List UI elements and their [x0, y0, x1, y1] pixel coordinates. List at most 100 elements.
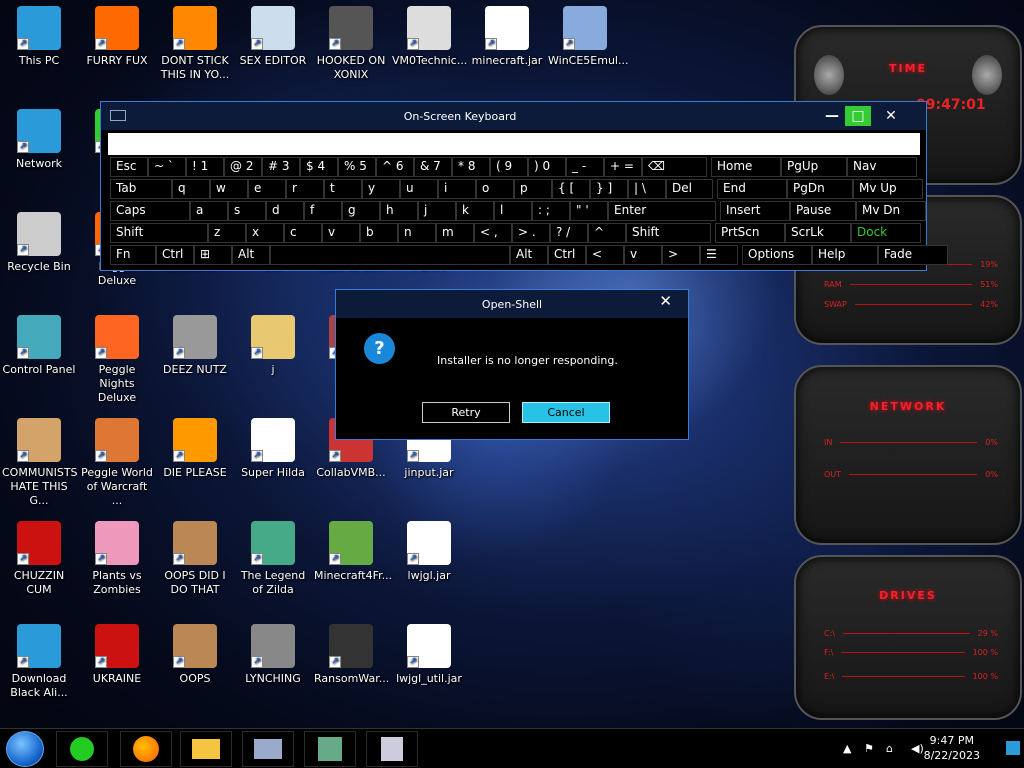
osk-key[interactable]: ~ ` — [148, 157, 186, 177]
desktop-icon[interactable]: ↗ OOPS — [156, 618, 234, 686]
osk-key[interactable]: o — [476, 179, 514, 199]
desktop-icon[interactable]: ↗ lwjgl.jar — [390, 515, 468, 583]
desktop-icon[interactable]: ↗ The Legend of Zilda — [234, 515, 312, 597]
notification-icon[interactable] — [1006, 741, 1020, 755]
osk-key[interactable]: & 7 — [414, 157, 452, 177]
osk-key[interactable]: Ctrl — [156, 245, 194, 265]
osk-key[interactable]: < — [586, 245, 624, 265]
osk-key[interactable]: > — [662, 245, 700, 265]
osk-key[interactable]: a — [190, 201, 228, 221]
osk-key[interactable]: * 8 — [452, 157, 490, 177]
osk-key[interactable]: ! 1 — [186, 157, 224, 177]
osk-taskbar-icon[interactable] — [242, 731, 294, 767]
osk-key[interactable]: Dock — [851, 223, 921, 243]
osk-key[interactable]: b — [360, 223, 398, 243]
osk-key[interactable]: Mv Dn — [856, 201, 926, 221]
osk-key[interactable]: ⊞ — [194, 245, 232, 265]
osk-key[interactable]: ScrLk — [785, 223, 851, 243]
osk-key[interactable]: # 3 — [262, 157, 300, 177]
osk-key[interactable]: " ' — [570, 201, 608, 221]
osk-key[interactable]: ⌫ — [642, 157, 707, 177]
desktop-icon[interactable]: ↗ This PC — [0, 0, 78, 68]
desktop-icon[interactable]: ↗ lwjgl_util.jar — [390, 618, 468, 686]
osk-key[interactable]: ( 9 — [490, 157, 528, 177]
desktop-icon[interactable]: ↗ Download Black Ali... — [0, 618, 78, 700]
osk-key[interactable]: Shift — [626, 223, 711, 243]
desktop-icon[interactable]: ↗ RansomWar... — [312, 618, 390, 686]
desktop-icon[interactable]: ↗ Minecraft4Fr... — [312, 515, 392, 583]
taskbar-app-icon[interactable] — [56, 731, 108, 767]
osk-key[interactable]: d — [266, 201, 304, 221]
desktop-icon[interactable]: ↗ DIE PLEASE — [156, 412, 234, 480]
desktop-icon[interactable]: ↗ FURRY FUX — [78, 0, 156, 68]
pen-app-taskbar-icon[interactable] — [366, 731, 418, 767]
osk-text-input[interactable] — [108, 133, 920, 155]
desktop-icon[interactable]: ↗ Peggle World of Warcraft ... — [78, 412, 156, 508]
flag-icon[interactable]: ⚑ — [864, 742, 874, 755]
volume-icon[interactable]: ◀) — [911, 742, 924, 755]
osk-key[interactable]: Alt — [510, 245, 548, 265]
file-explorer-icon[interactable] — [180, 731, 232, 767]
osk-key[interactable]: ☰ — [700, 245, 738, 265]
osk-key[interactable]: z — [208, 223, 246, 243]
osk-key[interactable]: Alt — [232, 245, 270, 265]
osk-key[interactable]: Fade — [878, 245, 948, 265]
desktop-icon[interactable]: ↗ OOPS DID I DO THAT — [156, 515, 234, 597]
desktop-icon[interactable]: ↗ WinCE5Emul... — [546, 0, 628, 68]
osk-key[interactable]: r — [286, 179, 324, 199]
desktop-icon[interactable]: ↗ DONT STICK THIS IN YO... — [156, 0, 234, 82]
start-button[interactable] — [6, 731, 44, 767]
osk-key[interactable]: n — [398, 223, 436, 243]
osk-key[interactable]: Nav — [847, 157, 917, 177]
osk-key[interactable]: > . — [512, 223, 550, 243]
desktop-icon[interactable]: ↗ Recycle Bin — [0, 206, 78, 274]
osk-key[interactable]: Caps — [110, 201, 190, 221]
retry-button[interactable]: Retry — [422, 402, 510, 423]
osk-key[interactable]: m — [436, 223, 474, 243]
maximize-button[interactable]: □ — [845, 106, 871, 126]
osk-key[interactable]: Esc — [110, 157, 148, 177]
osk-key[interactable]: u — [400, 179, 438, 199]
osk-key[interactable]: w — [210, 179, 248, 199]
installer-taskbar-icon[interactable] — [304, 731, 356, 767]
osk-key[interactable]: i — [438, 179, 476, 199]
firefox-taskbar-icon[interactable] — [120, 731, 172, 767]
osk-key[interactable]: g — [342, 201, 380, 221]
osk-key[interactable]: < , — [474, 223, 512, 243]
dialog-titlebar[interactable]: Open-Shell ✕ — [336, 290, 688, 318]
desktop-icon[interactable]: ↗ Peggle Nights Deluxe — [78, 309, 156, 405]
desktop-icon[interactable]: ↗ VM0Technic... — [390, 0, 468, 68]
desktop-icon[interactable]: ↗ HOOKED ON XONIX — [312, 0, 390, 82]
osk-key[interactable]: l — [494, 201, 532, 221]
osk-key[interactable]: k — [456, 201, 494, 221]
osk-key[interactable]: { [ — [552, 179, 590, 199]
osk-key[interactable]: Options — [742, 245, 812, 265]
osk-key[interactable]: c — [284, 223, 322, 243]
osk-key[interactable]: PgDn — [787, 179, 853, 199]
osk-key[interactable]: Enter — [608, 201, 716, 221]
osk-key[interactable]: Home — [711, 157, 781, 177]
osk-key[interactable]: Pause — [790, 201, 856, 221]
osk-titlebar[interactable]: On-Screen Keyboard — □ ✕ — [101, 102, 926, 130]
osk-key[interactable]: PgUp — [781, 157, 847, 177]
osk-key[interactable]: + = — [604, 157, 642, 177]
desktop-icon[interactable]: ↗ Control Panel — [0, 309, 78, 377]
osk-key[interactable]: v — [624, 245, 662, 265]
desktop-icon[interactable]: ↗ CHUZZIN CUM — [0, 515, 78, 597]
osk-key[interactable]: } ] — [590, 179, 628, 199]
osk-key[interactable]: f — [304, 201, 342, 221]
osk-key[interactable]: PrtScn — [715, 223, 785, 243]
osk-key[interactable]: ^ — [588, 223, 626, 243]
osk-key[interactable] — [270, 245, 510, 265]
desktop-icon[interactable]: ↗ SEX EDITOR — [234, 0, 312, 68]
desktop-icon[interactable]: ↗ DEEZ NUTZ — [156, 309, 234, 377]
osk-key[interactable]: Del — [666, 179, 713, 199]
osk-key[interactable]: @ 2 — [224, 157, 262, 177]
osk-key[interactable]: Help — [812, 245, 878, 265]
dialog-close-button[interactable]: ✕ — [659, 292, 672, 310]
osk-key[interactable]: $ 4 — [300, 157, 338, 177]
desktop-icon[interactable]: ↗ Plants vs Zombies — [78, 515, 156, 597]
desktop-icon[interactable]: ↗ UKRAINE — [78, 618, 156, 686]
desktop-icon[interactable]: ↗ LYNCHING — [234, 618, 312, 686]
osk-key[interactable]: y — [362, 179, 400, 199]
